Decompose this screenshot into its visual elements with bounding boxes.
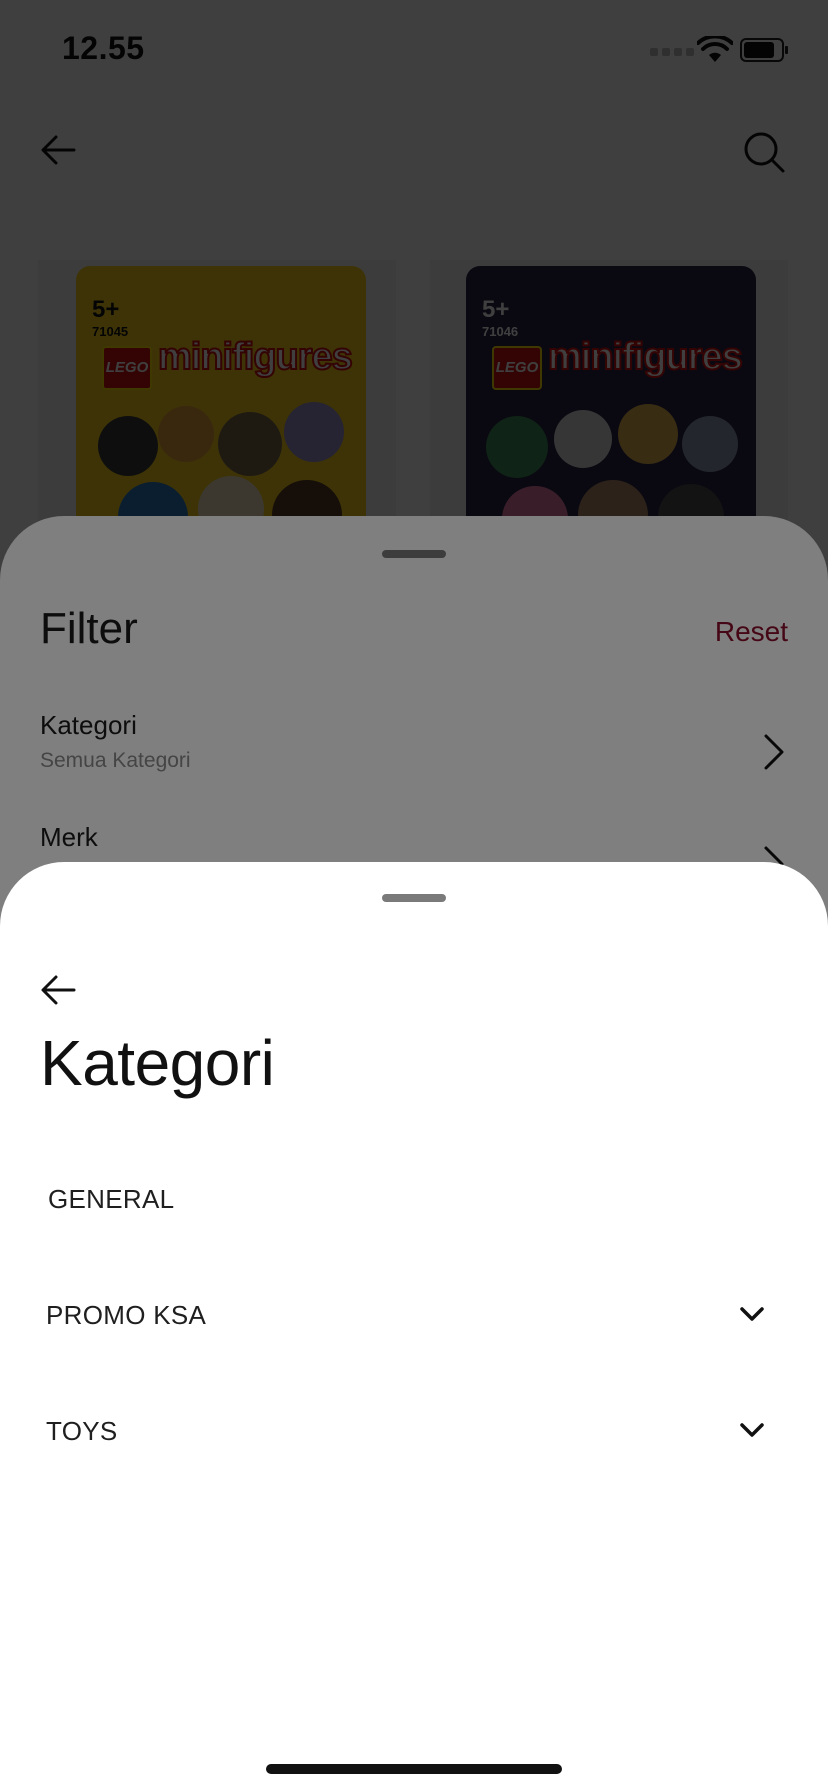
chevron-down-icon[interactable] bbox=[740, 1422, 764, 1438]
sheet-grabber[interactable] bbox=[382, 894, 446, 902]
category-item-toys[interactable]: TOYS bbox=[40, 1384, 788, 1484]
category-sheet: Kategori GENERAL PROMO KSA TOYS bbox=[0, 862, 828, 1792]
category-item-label: GENERAL bbox=[48, 1184, 175, 1214]
category-item-general[interactable]: GENERAL bbox=[40, 1152, 788, 1252]
back-arrow-icon[interactable] bbox=[38, 970, 78, 1010]
chevron-down-icon[interactable] bbox=[740, 1306, 764, 1322]
home-indicator[interactable] bbox=[266, 1764, 562, 1774]
category-item-label: TOYS bbox=[46, 1416, 118, 1446]
category-item-label: PROMO KSA bbox=[46, 1300, 207, 1330]
category-item-promo-ksa[interactable]: PROMO KSA bbox=[40, 1268, 788, 1368]
category-title: Kategori bbox=[40, 1027, 275, 1099]
